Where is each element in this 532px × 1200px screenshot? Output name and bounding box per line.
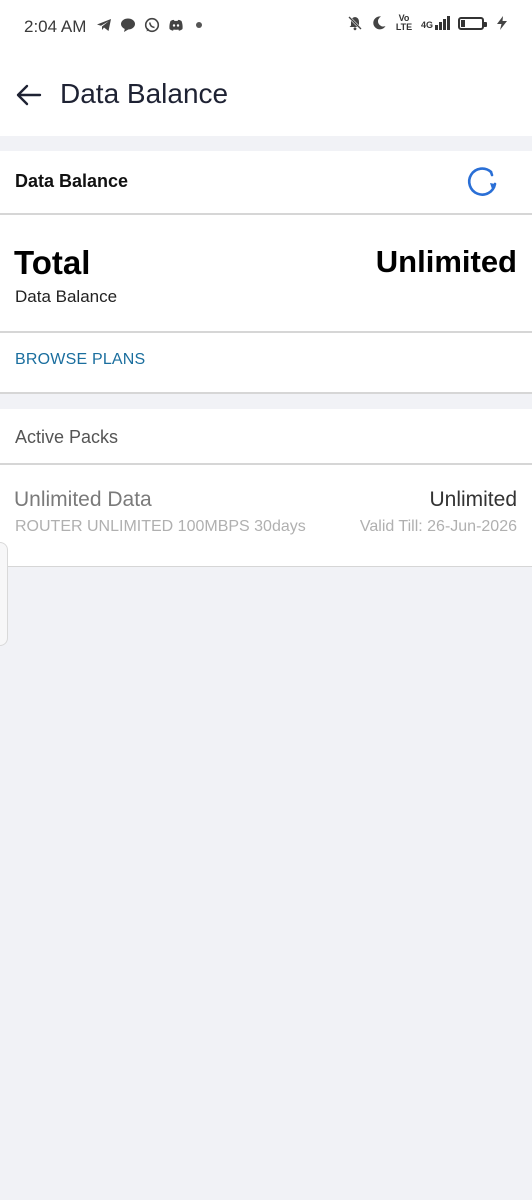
- telegram-icon: [97, 19, 111, 31]
- browse-plans-link[interactable]: BROWSE PLANS: [15, 351, 145, 369]
- app-bar: Data Balance: [0, 56, 532, 136]
- divider: [0, 566, 532, 567]
- charging-icon: [497, 16, 507, 30]
- signal-4g-icon: 4G: [421, 16, 450, 30]
- total-value: Unlimited: [375, 244, 517, 279]
- total-sub-label: Data Balance: [15, 287, 118, 306]
- discord-icon: [169, 19, 183, 31]
- moon-icon: [373, 16, 386, 30]
- data-balance-header-title: Data Balance: [15, 171, 129, 191]
- volte-indicator: Vo LTE: [395, 13, 413, 32]
- divider: [0, 392, 532, 394]
- status-left-icons: [96, 17, 202, 33]
- notification-dot-icon: [196, 22, 202, 28]
- refresh-icon[interactable]: [462, 163, 500, 201]
- pack-description: ROUTER UNLIMITED 100MBPS 30days: [15, 518, 306, 535]
- edge-panel-handle[interactable]: [0, 542, 8, 646]
- back-arrow-icon[interactable]: [12, 78, 46, 112]
- total-label: Total: [14, 244, 91, 281]
- page-title: Data Balance: [60, 78, 229, 109]
- notifications-off-icon: [348, 16, 362, 31]
- whatsapp-icon: [144, 17, 160, 33]
- active-pack-item[interactable]: [0, 465, 532, 567]
- pack-value: Unlimited: [429, 488, 517, 511]
- status-right-icons: Vo LTE 4G: [347, 14, 510, 32]
- battery-icon: [458, 16, 487, 30]
- pack-valid-till: Valid Till: 26-Jun-2026: [359, 518, 517, 535]
- pack-name: Unlimited Data: [14, 488, 152, 511]
- status-time: 2:04 AM: [24, 17, 87, 36]
- active-packs-title: Active Packs: [15, 427, 119, 447]
- chat-bubble-icon: [121, 18, 135, 32]
- status-bar: 2:04 AM Vo LTE 4G: [0, 0, 532, 56]
- network-type-label: 4G: [420, 20, 433, 30]
